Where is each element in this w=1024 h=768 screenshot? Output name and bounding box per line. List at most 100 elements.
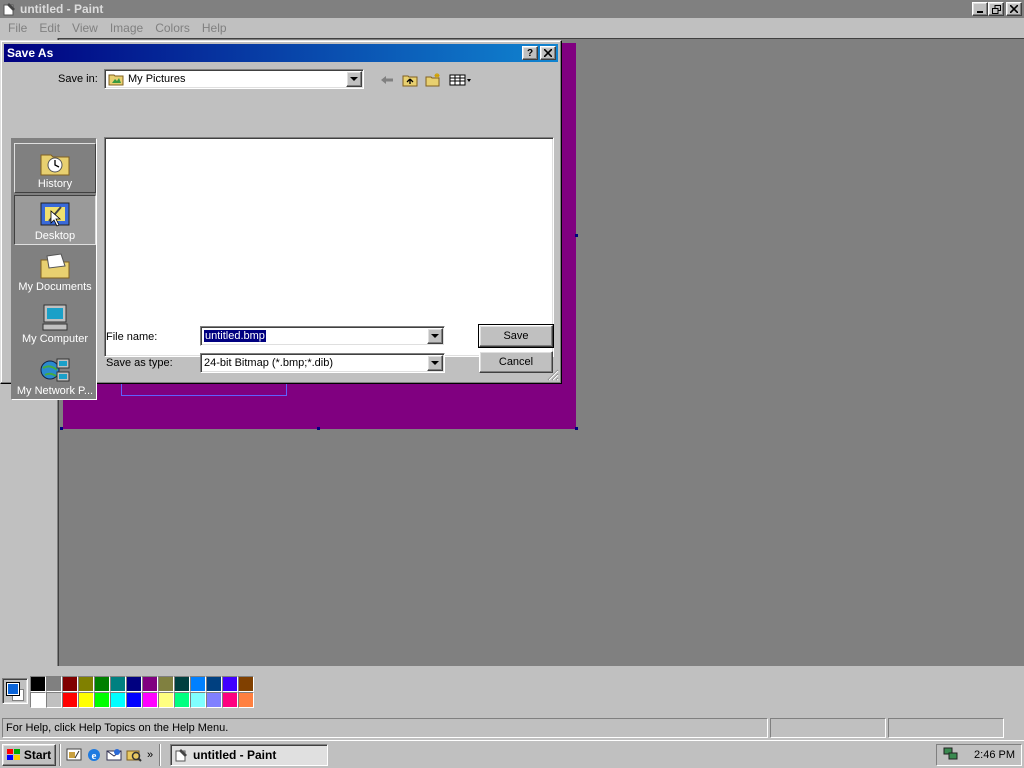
palette-swatch[interactable] — [190, 692, 206, 708]
dialog-help-button[interactable]: ? — [522, 46, 538, 60]
status-size — [888, 718, 1004, 738]
menu-image[interactable]: Image — [104, 21, 149, 35]
file-name-combo[interactable]: untitled.bmp — [200, 326, 445, 346]
palette-swatch[interactable] — [46, 692, 62, 708]
places-my-network[interactable]: My Network P... — [14, 351, 96, 401]
palette-swatch[interactable] — [62, 692, 78, 708]
start-button[interactable]: Start — [2, 743, 56, 766]
save-in-dropdown-button[interactable] — [346, 71, 362, 87]
menu-file[interactable]: File — [2, 21, 33, 35]
palette-swatch[interactable] — [190, 676, 206, 692]
system-tray: 2:46 PM — [936, 744, 1022, 766]
save-type-value: 24-bit Bitmap (*.bmp;*.dib) — [204, 357, 333, 369]
close-button[interactable] — [1006, 2, 1022, 16]
close-icon — [544, 49, 552, 57]
palette-swatch[interactable] — [110, 676, 126, 692]
network-tray-icon[interactable] — [943, 747, 959, 764]
paint-titlebar[interactable]: untitled - Paint — [0, 0, 1024, 18]
selection-rectangle — [121, 383, 287, 396]
taskbar-separator-2 — [159, 743, 161, 766]
palette-swatch[interactable] — [94, 676, 110, 692]
cancel-button[interactable]: Cancel — [479, 351, 553, 373]
palette-swatch[interactable] — [126, 692, 142, 708]
save-as-dialog: Save As ? Save in: My Pictures History D… — [0, 40, 562, 400]
resize-handle-right[interactable] — [575, 234, 578, 237]
palette-swatch[interactable] — [238, 692, 254, 708]
dialog-titlebar[interactable]: Save As ? — [4, 44, 558, 62]
save-type-combo[interactable]: 24-bit Bitmap (*.bmp;*.dib) — [200, 353, 445, 373]
my-pictures-folder-icon — [108, 74, 124, 86]
quick-launch-chevron[interactable]: » — [144, 745, 156, 765]
palette-swatch[interactable] — [110, 692, 126, 708]
taskbar: Start e » untitled - Paint 2:46 PM — [0, 740, 1024, 768]
menu-view[interactable]: View — [66, 21, 104, 35]
palette-swatch[interactable] — [158, 692, 174, 708]
palette-swatch[interactable] — [30, 676, 46, 692]
palette-swatch[interactable] — [206, 676, 222, 692]
current-colors[interactable] — [2, 678, 28, 704]
resize-grip-icon[interactable] — [547, 369, 559, 381]
places-my-computer-label: My Computer — [21, 333, 89, 345]
file-list-view[interactable] — [104, 137, 554, 357]
palette-swatch[interactable] — [222, 692, 238, 708]
my-documents-icon — [38, 251, 72, 281]
save-in-value: My Pictures — [128, 73, 186, 85]
taskbar-paint-button[interactable]: untitled - Paint — [170, 743, 328, 766]
palette-swatch[interactable] — [78, 692, 94, 708]
taskbar-separator — [59, 743, 61, 766]
my-computer-icon — [38, 303, 72, 333]
palette-swatch[interactable] — [46, 676, 62, 692]
palette-swatch[interactable] — [222, 676, 238, 692]
palette-swatch[interactable] — [62, 676, 78, 692]
file-name-label: File name: — [106, 331, 158, 343]
places-history[interactable]: History — [14, 143, 96, 193]
palette-swatch[interactable] — [158, 676, 174, 692]
places-my-documents[interactable]: My Documents — [14, 247, 96, 297]
file-name-dropdown-button[interactable] — [427, 328, 443, 344]
foreground-color-swatch — [6, 682, 20, 696]
palette-swatch[interactable] — [126, 676, 142, 692]
save-type-dropdown-button[interactable] — [427, 355, 443, 371]
windows-explorer-icon[interactable] — [124, 745, 144, 765]
palette-swatch[interactable] — [142, 692, 158, 708]
palette-swatch[interactable] — [30, 692, 46, 708]
up-one-level-icon[interactable] — [399, 70, 421, 90]
palette-swatch[interactable] — [78, 676, 94, 692]
palette-swatch[interactable] — [174, 676, 190, 692]
save-in-label: Save in: — [58, 73, 98, 85]
palette-swatch[interactable] — [174, 692, 190, 708]
menu-edit[interactable]: Edit — [33, 21, 66, 35]
clock[interactable]: 2:46 PM — [974, 749, 1015, 761]
save-type-label: Save as type: — [106, 357, 173, 369]
restore-button[interactable] — [988, 2, 1004, 16]
views-menu-icon[interactable] — [447, 70, 475, 90]
svg-text:e: e — [92, 750, 97, 762]
resize-handle-bottom[interactable] — [317, 427, 320, 430]
palette-swatch[interactable] — [238, 676, 254, 692]
places-desktop-label: Desktop — [34, 230, 76, 242]
show-desktop-icon[interactable] — [64, 745, 84, 765]
paint-app-icon[interactable] — [2, 1, 18, 17]
back-icon[interactable] — [376, 70, 398, 90]
paint-task-icon — [175, 748, 187, 761]
save-in-combo[interactable]: My Pictures — [104, 69, 364, 89]
minimize-button[interactable] — [972, 2, 988, 16]
palette-swatch[interactable] — [94, 692, 110, 708]
places-my-documents-label: My Documents — [18, 281, 92, 293]
outlook-express-icon[interactable] — [104, 745, 124, 765]
places-my-computer[interactable]: My Computer — [14, 299, 96, 349]
menu-colors[interactable]: Colors — [149, 21, 196, 35]
status-coordinates — [770, 718, 886, 738]
palette-swatch[interactable] — [142, 676, 158, 692]
save-button[interactable]: Save — [478, 324, 554, 348]
file-name-input[interactable]: untitled.bmp — [203, 330, 267, 342]
new-folder-icon[interactable] — [422, 70, 444, 90]
menu-help[interactable]: Help — [196, 21, 233, 35]
palette-swatch[interactable] — [206, 692, 222, 708]
dialog-close-button[interactable] — [540, 46, 556, 60]
resize-handle-corner[interactable] — [575, 427, 578, 430]
history-icon — [38, 148, 72, 178]
status-bar: For Help, click Help Topics on the Help … — [0, 716, 1024, 740]
internet-explorer-icon[interactable]: e — [84, 745, 104, 765]
places-desktop[interactable]: Desktop — [14, 195, 96, 245]
